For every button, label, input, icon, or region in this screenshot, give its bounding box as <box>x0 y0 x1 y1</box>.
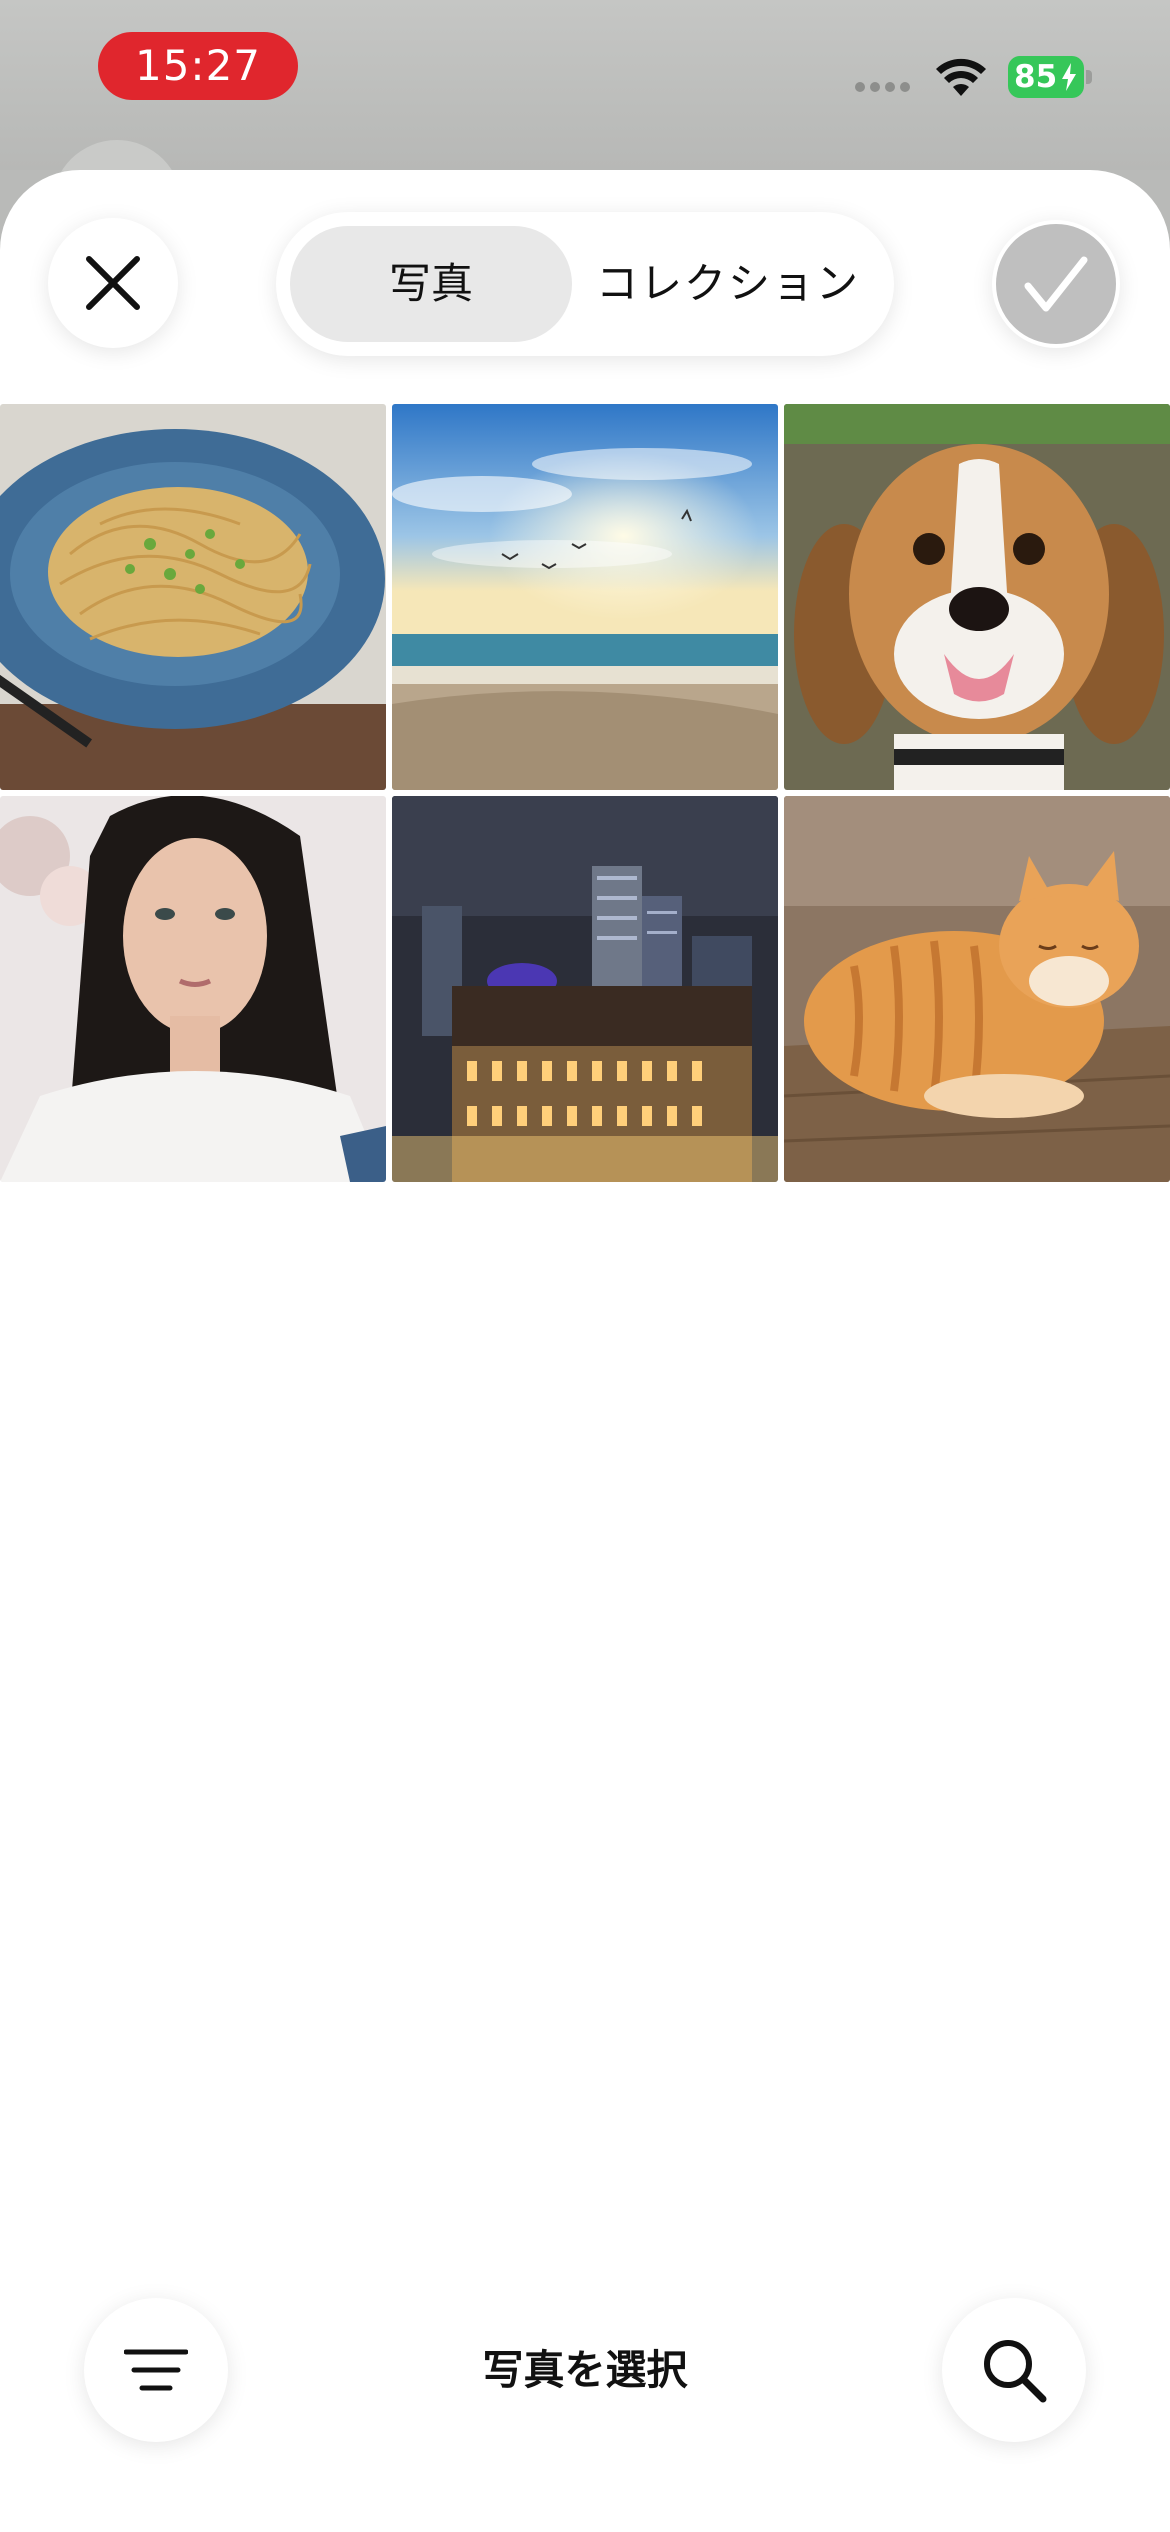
filter-button[interactable] <box>84 2298 228 2442</box>
beach-image <box>392 404 778 790</box>
cat-image <box>784 796 1170 1182</box>
close-button[interactable] <box>48 218 178 348</box>
photo-thumbnail-pasta[interactable] <box>0 404 386 790</box>
tab-photos[interactable]: 写真 <box>290 226 572 342</box>
status-time[interactable]: 15:27 <box>98 32 298 100</box>
filter-lines-icon <box>124 2349 188 2391</box>
city-night-image <box>392 796 778 1182</box>
photo-thumbnail-cat[interactable] <box>784 796 1170 1182</box>
photo-thumbnail-beagle[interactable] <box>784 404 1170 790</box>
status-bar: 15:27 85 <box>0 0 1170 270</box>
photo-thumbnail-city-night[interactable] <box>392 796 778 1182</box>
battery-level: 85 <box>1014 59 1058 95</box>
cellular-signal-icon <box>855 82 915 96</box>
battery-cap <box>1086 70 1092 84</box>
checkmark-icon <box>1024 256 1088 312</box>
pasta-image <box>0 404 386 790</box>
beagle-image <box>784 404 1170 790</box>
confirm-button[interactable] <box>992 220 1120 348</box>
close-icon <box>86 256 140 310</box>
battery-indicator: 85 <box>1008 56 1084 98</box>
photo-thumbnail-woman[interactable] <box>0 796 386 1182</box>
charging-bolt-icon <box>1062 63 1076 91</box>
search-icon <box>984 2340 1047 2403</box>
search-button[interactable] <box>942 2298 1086 2442</box>
source-segmented-control: 写真 コレクション <box>276 212 894 356</box>
photo-thumbnail-beach[interactable] <box>392 404 778 790</box>
photo-picker-sheet: 写真 コレクション 写真を選択 <box>0 170 1170 2532</box>
tab-collection[interactable]: コレクション <box>576 226 880 342</box>
select-photos-title: 写真を選択 <box>482 2346 688 2394</box>
photo-grid <box>0 404 1170 1182</box>
wifi-icon <box>936 58 986 96</box>
woman-image <box>0 796 386 1182</box>
